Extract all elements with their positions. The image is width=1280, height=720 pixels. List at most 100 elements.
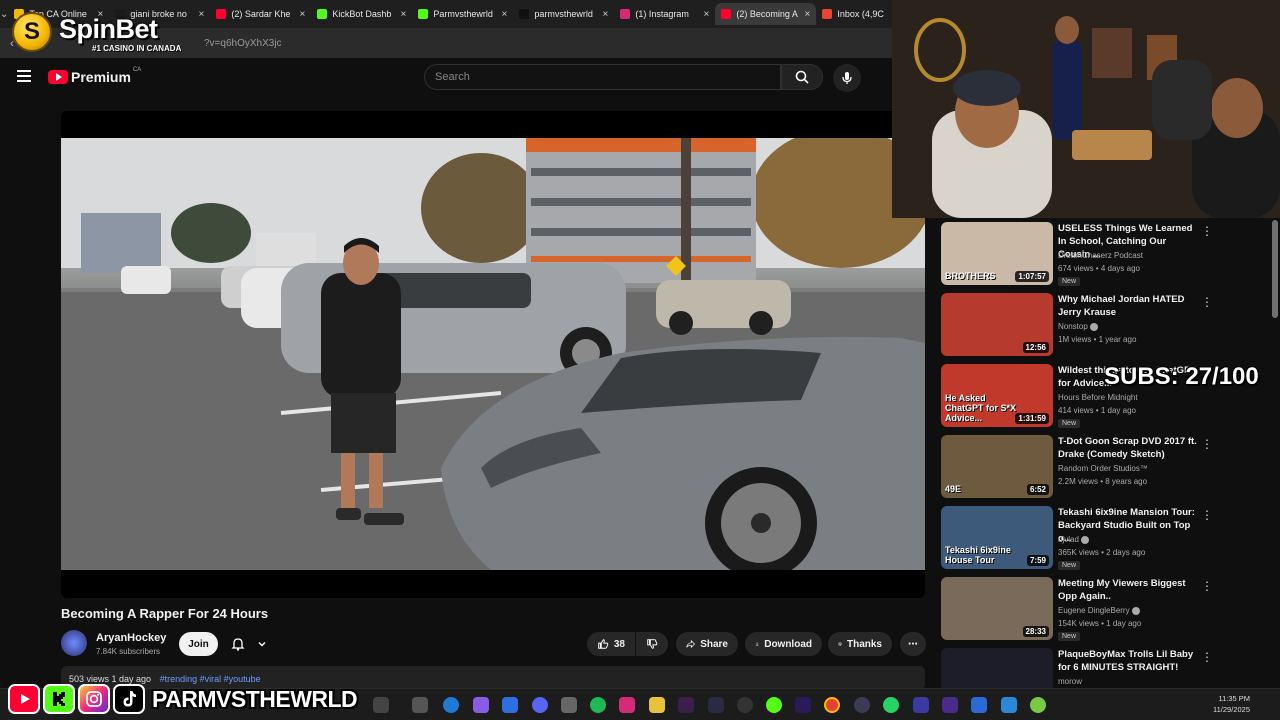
kebab-menu-icon[interactable]: ⋮ bbox=[1201, 437, 1213, 451]
video-duration: 1:07:57 bbox=[1015, 271, 1049, 282]
taskbar-app-icon-5[interactable] bbox=[1030, 697, 1046, 713]
like-button[interactable]: 38 bbox=[587, 632, 635, 656]
video-duration: 1:31:59 bbox=[1015, 413, 1049, 424]
taskbar-media-icon[interactable] bbox=[678, 697, 694, 713]
recommendation-channel[interactable]: Random Order Studios™ bbox=[1058, 464, 1148, 473]
video-duration: 12:56 bbox=[1022, 342, 1049, 353]
recommendation-channel[interactable]: DreamChaserz Podcast bbox=[1058, 251, 1143, 260]
new-badge: New bbox=[1058, 277, 1081, 286]
taskbar-clock[interactable]: 11:35 PM 11/29/2025 bbox=[1213, 693, 1250, 715]
video-duration: 7:59 bbox=[1026, 555, 1049, 566]
search-input[interactable]: Search bbox=[424, 64, 781, 90]
recommendation-thumbnail[interactable]: BROTHERS 1:07:57 bbox=[941, 222, 1053, 285]
recommendation-channel[interactable]: Eugene DingleBerry bbox=[1058, 606, 1140, 615]
browser-tab[interactable]: Inbox (4,9C× bbox=[816, 3, 892, 25]
recommendation-thumbnail[interactable]: 28:33 bbox=[941, 577, 1053, 640]
more-actions-button[interactable]: ⋯ bbox=[900, 632, 926, 656]
join-button[interactable]: Join bbox=[179, 632, 218, 656]
tab-search-button[interactable]: ⌄ bbox=[0, 0, 8, 28]
youtube-logo[interactable]: Premium CA bbox=[48, 67, 141, 85]
taskbar-app-icon-4[interactable] bbox=[971, 697, 987, 713]
verified-check-icon bbox=[1090, 322, 1099, 331]
scrollbar-thumb[interactable] bbox=[1272, 220, 1278, 318]
notification-bell-button[interactable] bbox=[228, 632, 270, 656]
taskbar-discord-icon[interactable] bbox=[532, 697, 548, 713]
taskbar-obs-icon[interactable] bbox=[737, 697, 753, 713]
browser-tab[interactable]: (1) Instagram × bbox=[614, 3, 715, 25]
kebab-menu-icon[interactable]: ⋮ bbox=[1201, 295, 1213, 309]
tab-title: Parmvsthewrld bbox=[433, 9, 493, 19]
tab-close-icon[interactable]: × bbox=[502, 9, 508, 20]
recommendation-item[interactable]: BROTHERS 1:07:57 USELESS Things We Learned… bbox=[941, 220, 1271, 288]
thanks-button[interactable]: $ Thanks bbox=[828, 632, 892, 656]
recommendation-item[interactable]: 49E 6:52 T-Dot Goon Scrap DVD 2017 ft. Dra… bbox=[941, 433, 1271, 501]
search-button[interactable] bbox=[781, 64, 823, 90]
browser-tab[interactable]: parmvsthewrld × bbox=[513, 3, 614, 25]
kebab-menu-icon[interactable]: ⋮ bbox=[1201, 508, 1213, 522]
tab-close-icon[interactable]: × bbox=[805, 9, 811, 20]
tab-close-icon[interactable]: × bbox=[300, 9, 306, 20]
recommendation-title[interactable]: T-Dot Goon Scrap DVD 2017 ft. Drake (Com… bbox=[1058, 435, 1198, 461]
taskbar-photoshop-icon[interactable] bbox=[708, 697, 724, 713]
recommendation-thumbnail[interactable]: He Asked ChatGPT for S*X Advice... 1:31:5… bbox=[941, 364, 1053, 427]
sidebar-scrollbar[interactable] bbox=[1272, 220, 1278, 682]
tab-close-icon[interactable]: × bbox=[704, 9, 710, 20]
taskbar-folder-icon[interactable] bbox=[649, 697, 665, 713]
share-button[interactable]: Share bbox=[676, 632, 738, 656]
recommendation-channel[interactable]: djvlad bbox=[1058, 535, 1090, 544]
browser-tab[interactable]: (2) Becoming A × bbox=[715, 3, 817, 25]
taskbar-app-icon[interactable] bbox=[373, 697, 389, 713]
kebab-menu-icon[interactable]: ⋮ bbox=[1201, 224, 1213, 238]
recommendation-title[interactable]: PlaqueBoyMax Trolls Lil Baby for 6 MINUT… bbox=[1058, 648, 1198, 674]
verified-check-icon bbox=[1131, 606, 1140, 615]
recommendation-item[interactable]: 28:33 Meeting My Viewers Biggest Opp Agai… bbox=[941, 575, 1271, 643]
taskbar-spotify-icon[interactable] bbox=[590, 697, 606, 713]
recommendation-item[interactable]: PlaqueBoyMax Trolls Lil Baby for 6 MINUT… bbox=[941, 646, 1271, 688]
kebab-menu-icon[interactable]: ⋮ bbox=[1201, 579, 1213, 593]
taskbar-app-icon-3[interactable] bbox=[913, 697, 929, 713]
recommendation-item[interactable]: 12:56 Why Michael Jordan HATED Jerry Krau… bbox=[941, 291, 1271, 359]
taskbar-chrome-icon[interactable] bbox=[824, 697, 840, 713]
kebab-menu-icon[interactable]: ⋮ bbox=[1201, 650, 1213, 664]
taskbar-whatsapp-icon[interactable] bbox=[883, 697, 899, 713]
browser-tab[interactable]: Parmvsthewrld × bbox=[412, 3, 513, 25]
taskbar-edge-icon[interactable] bbox=[443, 697, 459, 713]
recommendation-item[interactable]: Tekashi 6ix9ine House Tour 7:59 Tekashi 6i… bbox=[941, 504, 1271, 572]
download-button[interactable]: Download bbox=[745, 632, 822, 656]
channel-name[interactable]: AryanHockey bbox=[96, 632, 166, 644]
video-player[interactable] bbox=[61, 111, 925, 598]
voice-search-button[interactable] bbox=[833, 64, 861, 92]
url-field[interactable]: ?v=q6hOyXhX3jc bbox=[204, 38, 282, 49]
recommendation-channel[interactable]: Nonstop bbox=[1058, 322, 1099, 331]
recommendation-thumbnail[interactable]: Tekashi 6ix9ine House Tour 7:59 bbox=[941, 506, 1053, 569]
taskbar-media-encoder-icon[interactable] bbox=[942, 697, 958, 713]
download-icon bbox=[755, 642, 759, 646]
taskbar-kick-icon[interactable] bbox=[766, 697, 782, 713]
taskbar-vscode-icon[interactable] bbox=[1001, 697, 1017, 713]
taskbar-copilot-icon[interactable] bbox=[473, 697, 489, 713]
taskbar-store-icon[interactable] bbox=[502, 697, 518, 713]
taskbar-instagram-icon[interactable] bbox=[619, 697, 635, 713]
dislike-button[interactable] bbox=[636, 632, 668, 656]
recommendation-title[interactable]: Meeting My Viewers Biggest Opp Again.. bbox=[1058, 577, 1198, 603]
recommendation-thumbnail[interactable]: 12:56 bbox=[941, 293, 1053, 356]
recommendation-channel[interactable]: Hours Before Midnight bbox=[1058, 393, 1138, 402]
channel-avatar[interactable] bbox=[61, 630, 87, 656]
recommendation-title[interactable]: Why Michael Jordan HATED Jerry Krause bbox=[1058, 293, 1198, 319]
recommendation-channel[interactable]: morow bbox=[1058, 677, 1082, 686]
taskbar-file-explorer-icon[interactable] bbox=[412, 697, 428, 713]
taskbar-app-icon-2[interactable] bbox=[854, 697, 870, 713]
browser-tab[interactable]: (2) Sardar Khe × bbox=[210, 3, 311, 25]
tab-close-icon[interactable]: × bbox=[401, 9, 407, 20]
new-badge: New bbox=[1058, 632, 1081, 641]
recommendation-thumbnail[interactable] bbox=[941, 648, 1053, 688]
taskbar-premiere-icon[interactable] bbox=[795, 697, 811, 713]
recommendation-meta: 1M views • 1 year ago bbox=[1058, 335, 1137, 344]
recommendation-channel-name: morow bbox=[1058, 677, 1083, 686]
taskbar-settings-icon[interactable] bbox=[561, 697, 577, 713]
video-frame[interactable] bbox=[61, 138, 925, 570]
menu-icon[interactable] bbox=[17, 70, 31, 82]
recommendation-thumbnail[interactable]: 49E 6:52 bbox=[941, 435, 1053, 498]
tab-close-icon[interactable]: × bbox=[603, 9, 609, 20]
browser-tab[interactable]: KickBot Dashb × bbox=[311, 3, 412, 25]
